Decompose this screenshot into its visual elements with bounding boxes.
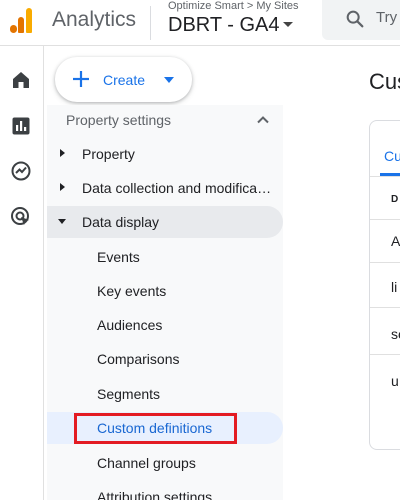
nav-item-data-collection[interactable]: Data collection and modifica…	[47, 172, 283, 204]
nav-item-label: Property	[82, 146, 135, 162]
sub-item-label: Segments	[97, 386, 161, 402]
nav-item-label: Data display	[82, 214, 160, 230]
caret-right-icon	[60, 183, 65, 191]
section-title: Property settings	[66, 112, 172, 128]
divider	[370, 176, 400, 177]
create-button[interactable]: Create	[55, 57, 192, 102]
plus-icon	[73, 71, 89, 87]
table-cell: li	[391, 279, 398, 295]
sub-item-channel-groups[interactable]: Channel groups	[47, 447, 283, 479]
sub-item-events[interactable]: Events	[47, 241, 283, 273]
breadcrumb[interactable]: Optimize Smart > My Sites	[168, 0, 299, 12]
divider	[370, 219, 400, 220]
home-icon[interactable]	[9, 68, 33, 92]
sub-item-label: Events	[97, 249, 140, 265]
search-icon	[346, 10, 364, 28]
nav-item-data-display[interactable]: Data display	[47, 206, 283, 238]
sub-item-audiences[interactable]: Audiences	[47, 309, 283, 341]
nav-item-label: Data collection and modifica…	[82, 180, 272, 196]
chevron-up-icon	[257, 116, 269, 124]
analytics-logo-icon[interactable]	[8, 7, 34, 33]
table-cell: A	[391, 233, 400, 249]
app-title[interactable]: Analytics	[52, 8, 136, 32]
divider	[370, 262, 400, 263]
property-settings-header[interactable]: Property settings	[47, 105, 283, 135]
left-rail	[0, 46, 44, 500]
sub-item-label: Key events	[97, 283, 167, 299]
divider	[370, 307, 400, 308]
sub-item-label: Attribution settings	[97, 489, 213, 500]
search-input[interactable]	[376, 9, 400, 26]
dropdown-arrow-icon[interactable]	[164, 77, 174, 83]
caret-down-icon	[58, 219, 66, 224]
advertising-icon[interactable]	[9, 205, 33, 229]
explore-icon[interactable]	[9, 159, 33, 183]
search-box[interactable]	[322, 0, 400, 40]
highlight-box	[74, 413, 237, 444]
sub-item-label: Comparisons	[97, 351, 180, 367]
property-name: DBRT - GA4	[168, 14, 280, 36]
custom-definitions-card: Cu D A li se u	[369, 120, 400, 450]
column-header[interactable]: D	[391, 194, 398, 205]
top-bar: Analytics Optimize Smart > My Sites DBRT…	[0, 0, 400, 46]
sub-item-custom-definitions[interactable]: Custom definitions	[47, 412, 283, 444]
create-button-label: Create	[103, 72, 146, 88]
sub-item-label: Audiences	[97, 317, 163, 333]
page-title: Cus	[369, 69, 400, 94]
sub-item-key-events[interactable]: Key events	[47, 275, 283, 307]
reports-icon[interactable]	[9, 114, 33, 138]
caret-down-icon	[282, 21, 293, 27]
header-divider	[150, 6, 151, 40]
divider	[370, 354, 400, 355]
sub-item-comparisons[interactable]: Comparisons	[47, 343, 283, 375]
property-selector[interactable]: DBRT - GA4	[168, 14, 293, 37]
tab-custom-dimensions[interactable]: Cu	[384, 148, 400, 164]
sub-item-segments[interactable]: Segments	[47, 378, 283, 410]
table-cell: se	[391, 326, 400, 342]
caret-right-icon	[60, 149, 65, 157]
table-cell: u	[391, 373, 399, 389]
admin-nav: Property settings Property Data collecti…	[47, 105, 283, 500]
sub-item-attribution-settings[interactable]: Attribution settings	[47, 481, 283, 500]
sub-item-label: Channel groups	[97, 455, 196, 471]
nav-item-property[interactable]: Property	[47, 138, 283, 170]
